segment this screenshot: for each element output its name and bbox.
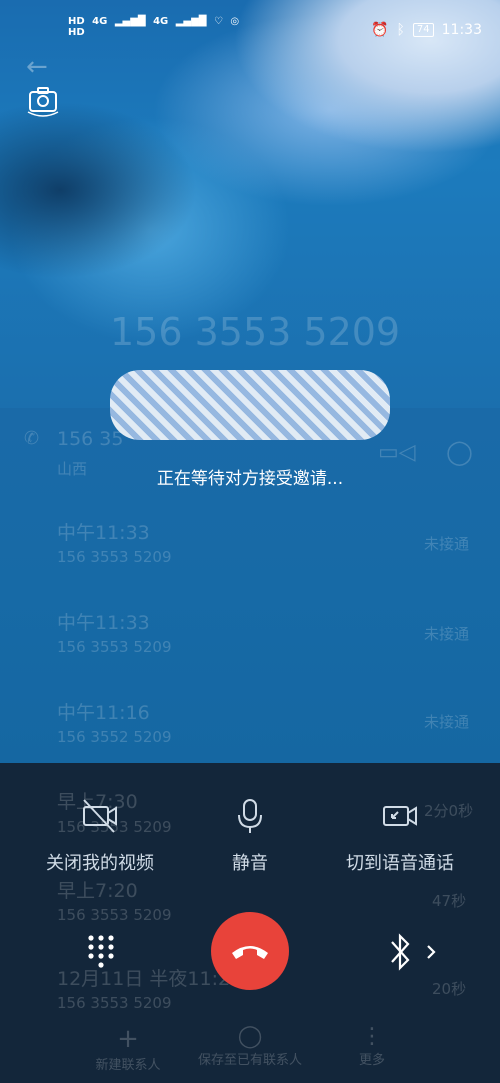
hd-badge-1: HD xyxy=(68,16,85,27)
signal-bars-icon-2: ▂▄▆█ xyxy=(175,16,207,27)
mute-label: 静音 xyxy=(232,853,268,874)
switch-to-voice-button[interactable]: 切到语音通话 xyxy=(330,796,470,875)
redaction-scribble xyxy=(110,370,390,440)
new-contact-label: 新建联系人 xyxy=(95,1058,161,1073)
log-row-2-status: 未接通 xyxy=(424,625,470,643)
phone-hangup-icon xyxy=(232,946,268,959)
network-4g-1: 4G xyxy=(92,16,108,27)
more-button[interactable]: ⋮ 更多 xyxy=(350,1024,394,1068)
log-row-5-time: 早上7:20 xyxy=(57,880,138,902)
save-existing-label: 保存至已有联系人 xyxy=(197,1053,302,1068)
more-label: 更多 xyxy=(358,1053,385,1068)
phone-glyph-icon: ✆ xyxy=(24,428,40,449)
back-arrow-icon[interactable]: ← xyxy=(26,52,48,82)
more-dots-icon: ⋮ xyxy=(361,1024,383,1049)
bottom-nav: + 新建联系人 ◯ 保存至已有联系人 ⋮ 更多 xyxy=(0,1024,500,1083)
log-row-5-status: 47秒 xyxy=(432,892,467,910)
wechat-icon: ◎ xyxy=(230,16,240,27)
signal-bars-icon: ▂▄▆█ xyxy=(114,16,146,27)
log-row-2-number: 156 3553 5209 xyxy=(57,638,172,656)
save-to-existing-button[interactable]: ◯ 保存至已有联系人 xyxy=(190,1024,310,1068)
log-row-6-number: 156 3553 5209 xyxy=(57,994,172,1012)
bluetooth-audio-button[interactable] xyxy=(386,932,446,972)
background-phone-number: 156 3553 5209 xyxy=(110,310,401,354)
heart-app-icon: ♡ xyxy=(213,16,223,27)
plus-icon: + xyxy=(117,1024,139,1054)
video-call-icon: ▭◁ xyxy=(378,440,416,465)
network-4g-2: 4G xyxy=(153,16,169,27)
log-row-1-status: 未接通 xyxy=(424,535,470,553)
battery-indicator: 74 xyxy=(412,23,434,37)
status-bar: HD 4G ▂▄▆█ 4G ▂▄▆█ ♡ ◎ HD ⏰ ᛒ 74 11:33 xyxy=(0,0,500,60)
log-row-3-number: 156 3552 5209 xyxy=(57,728,172,746)
log-row-2-time: 中午11:33 xyxy=(57,612,150,634)
mute-button[interactable]: 静音 xyxy=(210,796,290,875)
clock: 11:33 xyxy=(441,22,482,38)
video-off-button[interactable]: 关闭我的视频 xyxy=(28,796,172,875)
video-off-icon xyxy=(83,799,117,833)
switch-voice-icon xyxy=(383,806,417,826)
caller-number-partial: 156 35 xyxy=(57,428,124,450)
status-right: ⏰ ᛒ 74 11:33 xyxy=(371,22,482,38)
microphone-icon xyxy=(238,799,262,833)
hangup-button[interactable] xyxy=(211,912,289,990)
log-row-3-status: 未接通 xyxy=(424,713,470,731)
camera-switch-icon[interactable] xyxy=(26,84,60,118)
video-off-label: 关闭我的视频 xyxy=(46,853,154,874)
bluetooth-status-icon: ᛒ xyxy=(396,22,405,38)
message-icon: ◯ xyxy=(446,438,473,466)
waiting-status: 正在等待对方接受邀请... xyxy=(156,469,344,489)
dialpad-icon[interactable] xyxy=(86,934,116,970)
new-contact-button[interactable]: + 新建联系人 xyxy=(88,1024,168,1073)
signal-indicators: HD 4G ▂▄▆█ 4G ▂▄▆█ ♡ ◎ HD xyxy=(68,16,243,38)
person-icon: ◯ xyxy=(237,1024,263,1049)
hd-badge-2: HD xyxy=(68,27,85,38)
log-row-5-number: 156 3553 5209 xyxy=(57,906,172,924)
log-row-3-time: 中午11:16 xyxy=(57,702,150,724)
log-row-1-time: 中午11:33 xyxy=(57,522,150,544)
log-row-6-status: 20秒 xyxy=(432,980,467,998)
log-row-1-number: 156 3553 5209 xyxy=(57,548,172,566)
switch-voice-label: 切到语音通话 xyxy=(346,853,454,874)
alarm-icon: ⏰ xyxy=(371,22,389,38)
